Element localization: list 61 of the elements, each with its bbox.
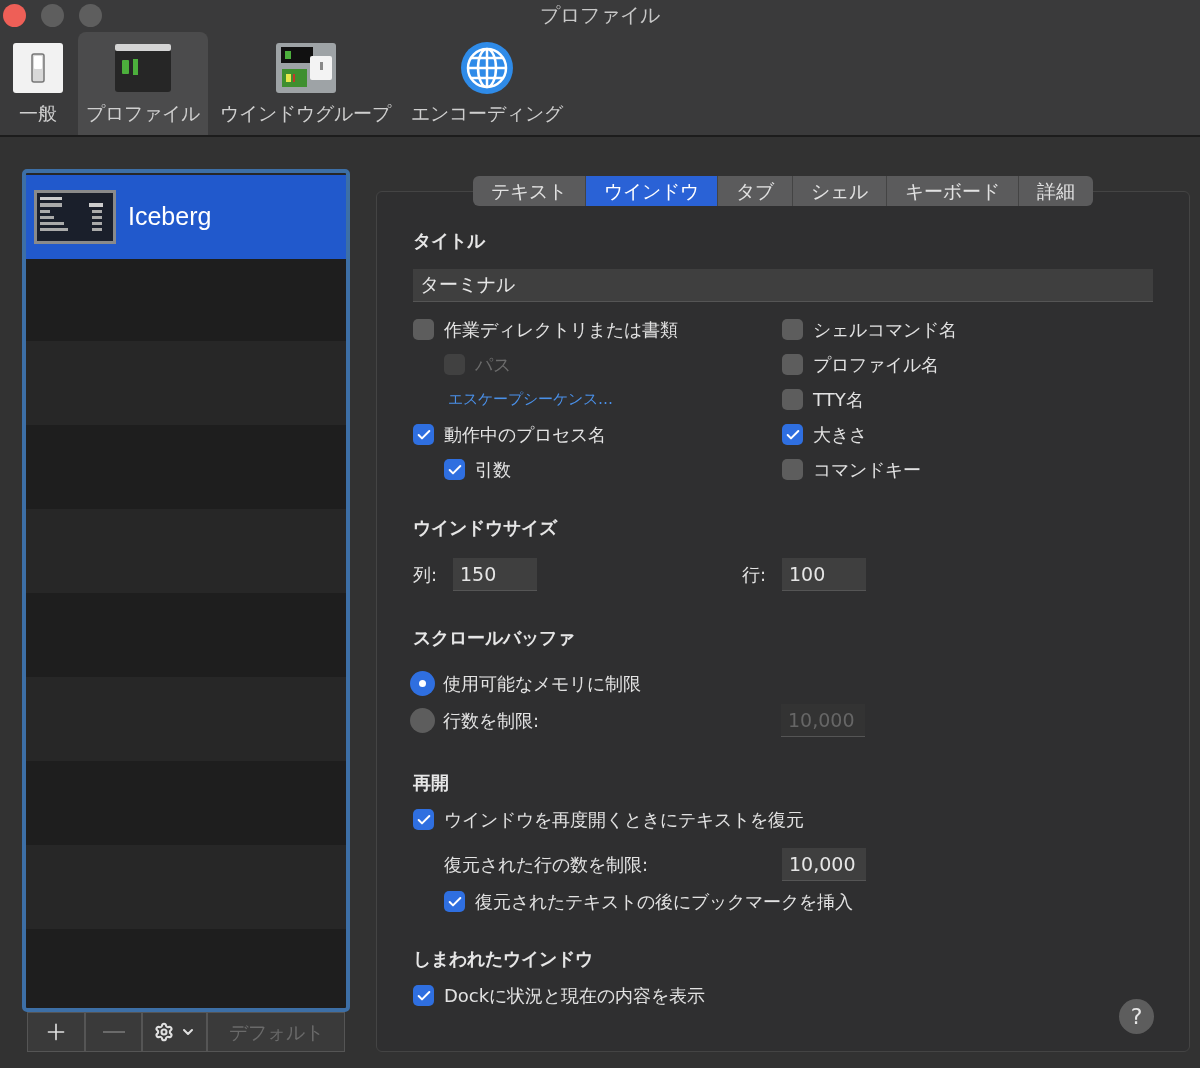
checkbox[interactable] — [444, 891, 465, 912]
checkbox-label: プロファイル名 — [813, 353, 939, 377]
checkbox[interactable] — [782, 459, 803, 480]
zoom-button[interactable] — [79, 3, 102, 27]
profile-item[interactable]: Iceberg — [26, 175, 346, 259]
section-heading: スクロールバッファ — [413, 627, 576, 649]
window-group-icon — [275, 43, 336, 93]
input-field[interactable]: ターミナル — [413, 269, 1153, 302]
checkbox[interactable] — [782, 389, 803, 410]
checkbox[interactable] — [782, 319, 803, 340]
radio-button[interactable] — [410, 708, 435, 733]
terminal-preview-icon — [34, 190, 116, 244]
checkbox-label: コマンドキー — [813, 458, 921, 482]
checkbox-label: シェルコマンド名 — [813, 318, 957, 342]
toolbar-tab[interactable]: エンコーディング — [403, 32, 571, 135]
toolbar-tab[interactable]: ウインドウグループ — [212, 32, 399, 135]
radio-label: 使用可能なメモリに制限 — [443, 672, 642, 696]
checkbox-label: 引数 — [475, 458, 511, 482]
minus-icon — [102, 1031, 125, 1033]
field-label: 列: — [413, 563, 439, 587]
link[interactable]: エスケープシーケンス… — [448, 388, 613, 411]
tab[interactable]: ウインドウ — [585, 176, 717, 206]
minimize-button[interactable] — [41, 3, 64, 27]
tab[interactable]: テキスト — [473, 176, 585, 206]
section-heading: タイトル — [413, 230, 487, 252]
terminal-icon — [114, 43, 172, 93]
checkbox-label: TTY名 — [813, 388, 864, 412]
section-heading: ウインドウサイズ — [413, 517, 559, 539]
section-heading: しまわれたウインドウ — [413, 948, 594, 970]
field-label: 行: — [742, 563, 768, 587]
checkbox-label: Dockに状況と現在の内容を表示 — [444, 984, 706, 1008]
gear-icon — [153, 1022, 174, 1042]
window-title: プロファイル — [540, 2, 660, 29]
input-field[interactable]: 150 — [453, 558, 537, 591]
section-heading: 再開 — [413, 772, 450, 794]
checkbox-label: パス — [475, 353, 511, 377]
toolbar-tab[interactable]: プロファイル — [78, 32, 208, 135]
radio-button[interactable] — [410, 671, 435, 696]
toolbar-tab[interactable]: 一般 — [4, 32, 72, 135]
checkbox-label: ウインドウを再度開くときにテキストを復元 — [444, 808, 804, 832]
checkbox[interactable] — [413, 985, 434, 1006]
input-field[interactable]: 100 — [782, 558, 866, 591]
close-button[interactable] — [3, 3, 26, 27]
checkbox-label: 作業ディレクトリまたは書類 — [444, 318, 678, 342]
checkbox-label: 動作中のプロセス名 — [444, 423, 606, 447]
radio-label: 行数を制限: — [443, 709, 541, 733]
action-menu-button[interactable] — [142, 1012, 207, 1052]
input-field[interactable]: 10,000 — [782, 847, 866, 881]
checkbox[interactable] — [413, 424, 434, 445]
checkbox[interactable] — [782, 424, 803, 445]
help-button[interactable]: ? — [1119, 999, 1154, 1034]
checkbox[interactable] — [413, 319, 434, 340]
globe-icon — [460, 41, 514, 95]
checkbox[interactable] — [444, 459, 465, 480]
checkbox[interactable] — [413, 809, 434, 830]
checkbox-label: 復元されたテキストの後にブックマークを挿入 — [475, 890, 853, 914]
switch-icon — [12, 42, 64, 94]
checkbox[interactable] — [782, 354, 803, 375]
checkbox-label: 大きさ — [813, 423, 867, 447]
field-label: 復元された行の数を制限: — [444, 852, 650, 877]
add-button[interactable] — [27, 1012, 85, 1052]
